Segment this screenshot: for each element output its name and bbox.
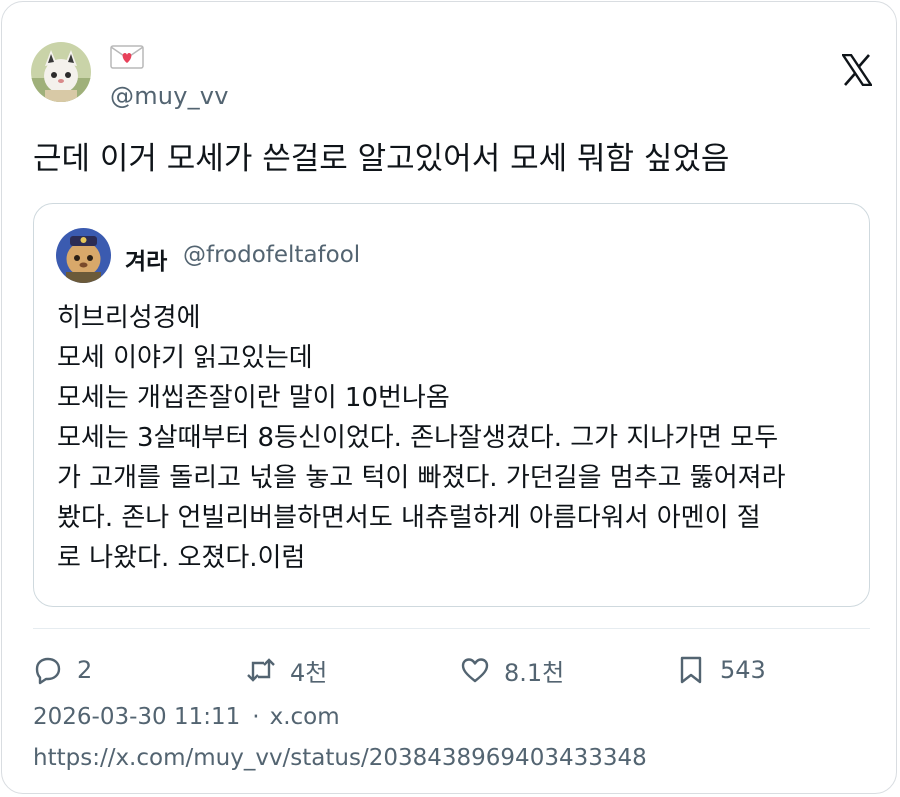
reply-count: 2 bbox=[77, 656, 93, 684]
timestamp[interactable]: 2026-03-30 11:11 bbox=[33, 704, 240, 730]
avatar-image bbox=[31, 42, 91, 102]
source-link[interactable]: x.com bbox=[270, 704, 340, 730]
tweet-url[interactable]: https://x.com/muy_vv/status/203843896940… bbox=[33, 745, 647, 771]
tweet-text: 근데 이거 모세가 쓴걸로 알고있어서 모세 뭐함 싶었음 bbox=[33, 141, 730, 177]
bookmark-button[interactable]: 543 bbox=[676, 650, 766, 690]
bookmark-icon bbox=[680, 656, 702, 684]
quoted-line: 가 고개를 돌리고 넋을 놓고 턱이 빠졌다. 가던길을 멈추고 뚫어져라 bbox=[57, 463, 786, 493]
quoted-line: 모세 이야기 읽고있는데 bbox=[57, 343, 313, 373]
quoted-line: 로 나왔다. 오졌다.이럼 bbox=[57, 543, 306, 573]
bookmark-count: 543 bbox=[720, 656, 766, 684]
reply-icon bbox=[35, 657, 61, 685]
heart-icon bbox=[461, 658, 489, 683]
retweet-icon bbox=[247, 658, 275, 682]
retweet-button[interactable]: 4천 bbox=[246, 650, 327, 690]
like-button[interactable]: 8.1천 bbox=[460, 650, 564, 690]
author-avatar[interactable] bbox=[31, 42, 91, 102]
quoted-handle[interactable]: @frodofeltafool bbox=[183, 242, 360, 268]
meta-separator: · bbox=[252, 704, 260, 730]
like-count: 8.1천 bbox=[504, 658, 565, 687]
quoted-line: 모세는 개씹존잘이란 말이 10번나옴 bbox=[57, 383, 450, 413]
author-handle[interactable]: @muy_vv bbox=[110, 82, 229, 110]
quoted-line: 모세는 3살때부터 8등신이었다. 존나잘생겼다. 그가 지나가면 모두 bbox=[57, 423, 779, 453]
quoted-line: 봤다. 존나 언빌리버블하면서도 내츄럴하게 아름다워서 아멘이 절 bbox=[57, 503, 761, 533]
x-logo-icon[interactable] bbox=[840, 53, 874, 87]
quoted-display-name[interactable]: 겨라 bbox=[125, 242, 167, 276]
quoted-tweet[interactable]: 겨라 @frodofeltafool 히브리성경에 모세 이야기 읽고있는데 모… bbox=[33, 203, 870, 607]
love-letter-emoji bbox=[110, 44, 144, 70]
divider bbox=[33, 628, 870, 629]
quoted-avatar-image bbox=[56, 228, 111, 283]
action-bar: 2 4천 8.1천 543 bbox=[2, 650, 900, 690]
reply-button[interactable]: 2 bbox=[33, 650, 92, 690]
quoted-author-avatar[interactable] bbox=[56, 228, 111, 283]
tweet-card: @muy_vv 근데 이거 모세가 쓴걸로 알고있어서 모세 뭐함 싶었음 겨라… bbox=[1, 1, 897, 794]
tweet-meta: 2026-03-30 11:11 · x.com bbox=[33, 704, 340, 730]
retweet-count: 4천 bbox=[290, 658, 328, 687]
quoted-text: 히브리성경에 모세 이야기 읽고있는데 모세는 개씹존잘이란 말이 10번나옴 … bbox=[57, 298, 857, 578]
quoted-line: 히브리성경에 bbox=[57, 303, 201, 333]
